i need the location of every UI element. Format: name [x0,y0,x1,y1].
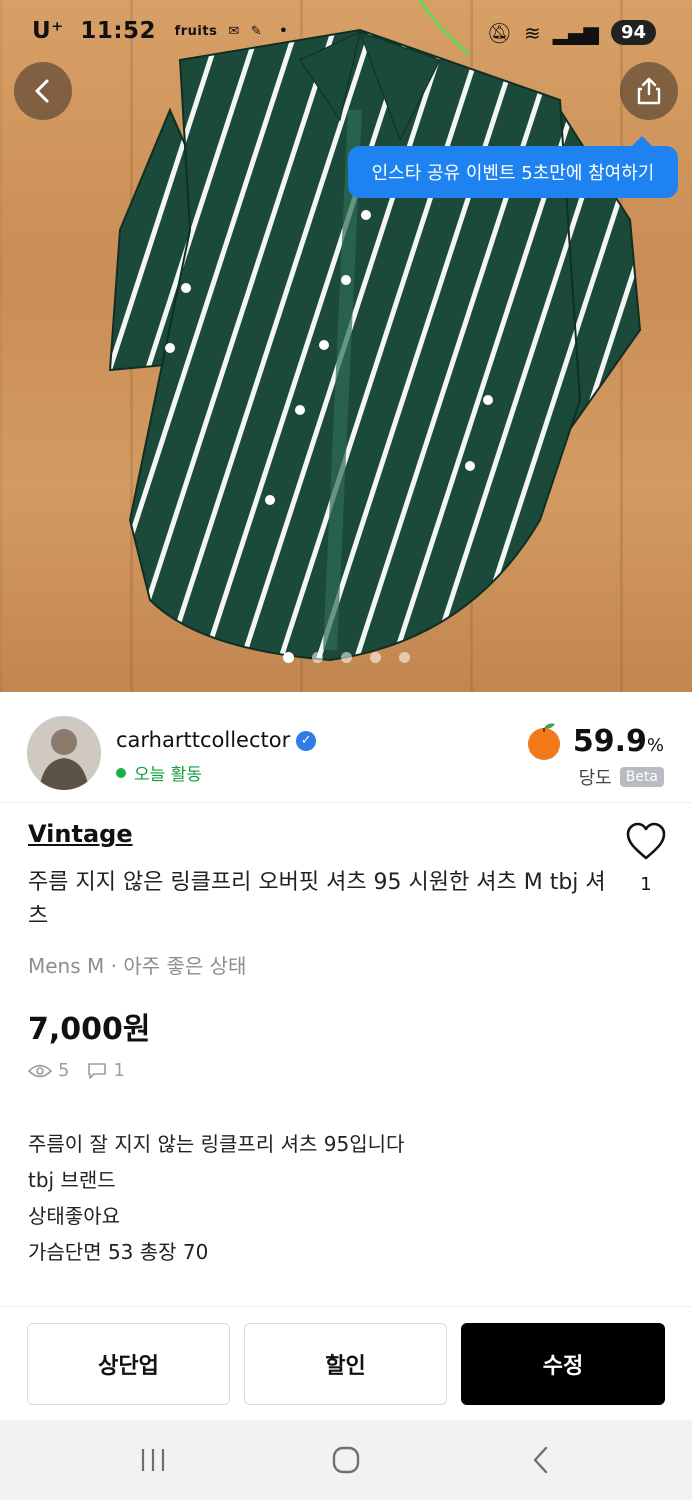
seller-name[interactable]: carharttcollector ✓ [116,728,317,752]
score-value: 59.9% [573,724,664,759]
pager-dot[interactable] [369,652,381,663]
chat-count: 1 [113,1060,125,1081]
share-event-tooltip[interactable]: 인스타 공유 이벤트 5초만에 참여하기 [348,136,678,198]
pager-dot-active[interactable] [282,652,294,663]
mail-icon: ✉ [228,24,240,39]
tooltip-text: 인스타 공유 이벤트 5초만에 참여하기 [371,163,655,184]
seller-name-text: carharttcollector [116,728,291,752]
score-label: 당도 [578,768,612,789]
pager-dot[interactable] [311,652,323,663]
description-line: 가슴단면 53 총장 70 [28,1240,209,1264]
verified-badge-icon: ✓ [296,731,317,751]
activity-status: 오늘 활동 [116,760,202,785]
score-unit: % [646,734,664,756]
bump-button[interactable]: 상단업 [27,1323,230,1405]
share-button[interactable] [620,62,678,120]
bottom-action-bar: 상단업 할인 수정 [0,1306,692,1421]
score-label-row: 당도 Beta [579,764,664,790]
notification-icons: fruits ✉ ✎ • [175,24,288,39]
category-link[interactable]: Vintage [28,820,133,848]
mute-icon: 🔕︎ [486,20,513,45]
pager-dot[interactable] [398,652,410,663]
description-line: 상태좋아요 [28,1204,120,1228]
sweetness-score[interactable]: 59.9% [523,720,664,762]
battery-indicator: 94 [610,20,656,45]
eye-icon [28,1064,52,1077]
product-meta: Mens M · 아주 좋은 상태 [28,954,247,978]
share-icon [637,77,661,105]
back-button[interactable] [14,62,72,120]
like-count: 1 [640,874,652,895]
edit-button[interactable]: 수정 [461,1323,665,1405]
status-right: 🔕︎ ≋ ▂▄▆ 94 [487,20,656,45]
product-title: 주름 지지 않은 링클프리 오버핏 셔츠 95 시원한 셔츠 M tbj 셔츠 [28,870,606,929]
seller-row[interactable]: carharttcollector ✓ 오늘 활동 59.9% 당도 Beta [0,692,692,803]
product-image[interactable]: U⁺ 11:52 fruits ✉ ✎ • 🔕︎ ≋ ▂▄▆ 94 인스타 공유… [0,0,692,692]
chat-bubble-icon [88,1062,107,1079]
score-number: 59.9 [572,723,647,759]
home-button[interactable] [326,1442,366,1478]
avatar[interactable] [27,716,101,790]
recent-apps-button[interactable] [133,1442,173,1478]
product-description: 주름이 잘 지지 않는 링클프리 셔츠 95입니다 tbj 브랜드 상태좋아요 … [28,1126,404,1270]
like-button[interactable] [624,820,668,864]
chevron-left-icon [35,79,49,103]
image-pager [0,652,692,663]
view-count: 5 [58,1060,70,1081]
discount-button[interactable]: 할인 [244,1323,447,1405]
activity-text: 오늘 활동 [134,765,202,785]
online-dot-icon [116,767,126,778]
edit-icon: ✎ [250,24,263,39]
avatar-image [27,716,101,790]
product-stats: 5 1 [28,1060,125,1081]
system-nav-bar [0,1420,692,1500]
beta-badge: Beta [619,767,664,787]
app-notification-label: fruits [174,24,218,39]
more-dot-icon: • [279,24,289,39]
product-price: 7,000원 [28,1012,151,1047]
recent-apps-icon [141,1449,165,1471]
status-bar: U⁺ 11:52 fruits ✉ ✎ • 🔕︎ ≋ ▂▄▆ 94 [0,0,692,66]
nav-back-button[interactable] [521,1442,561,1478]
pager-dot[interactable] [340,652,352,663]
shirt-illustration [108,0,642,662]
orange-fruit-icon [527,723,560,760]
wifi-icon: ≋ [524,20,541,45]
home-icon [332,1446,360,1474]
description-line: 주름이 잘 지지 않는 링클프리 셔츠 95입니다 [28,1132,405,1156]
description-line: tbj 브랜드 [28,1168,116,1192]
back-arrow-icon [533,1446,548,1474]
status-left: U⁺ 11:52 fruits ✉ ✎ • [32,18,288,44]
clock: 11:52 [80,18,157,44]
signal-icon: ▂▄▆ [552,20,599,45]
carrier-label: U⁺ [32,18,64,44]
heart-icon [626,822,666,860]
